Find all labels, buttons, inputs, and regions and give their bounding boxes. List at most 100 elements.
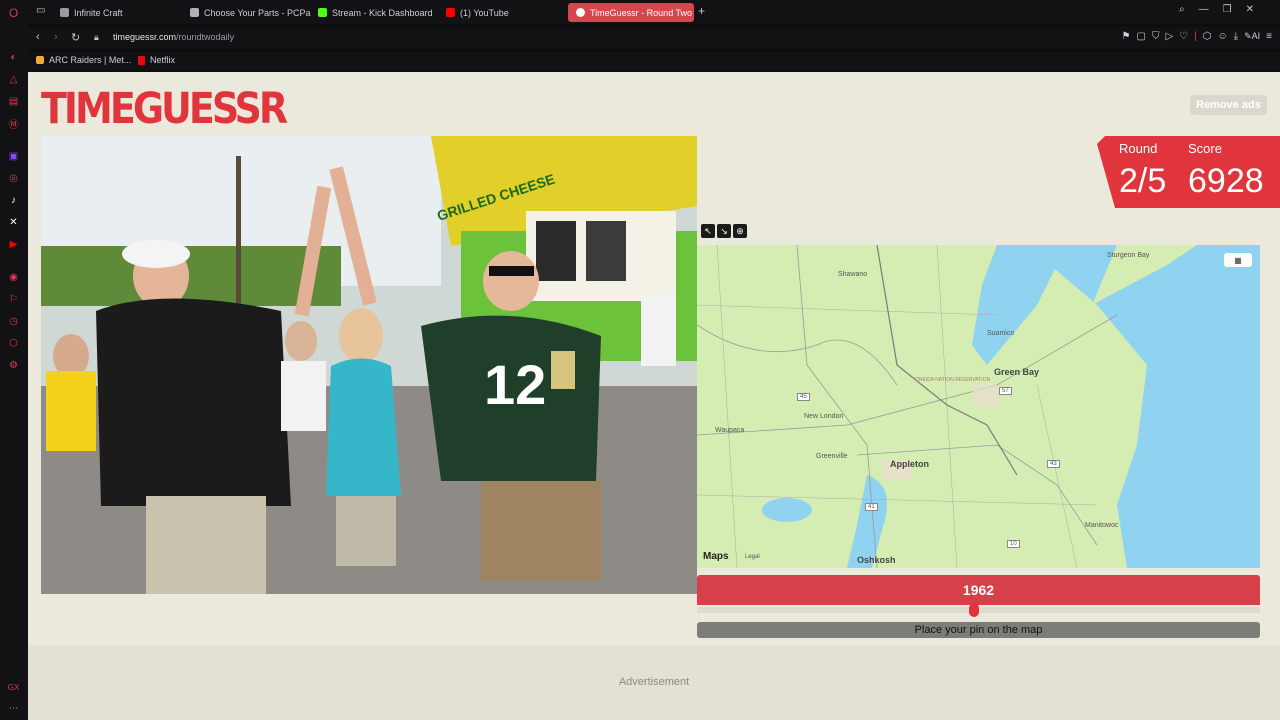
- map-label-manitowoc: Manitowoc: [1085, 522, 1119, 529]
- tab-kick-dashboard[interactable]: Stream - Kick Dashboard: [310, 3, 441, 22]
- score-card: Round 2/5 Score 6928: [1097, 136, 1280, 208]
- kick-favicon-icon: [318, 8, 327, 17]
- extensions-toolbar-icon[interactable]: ⬡: [1203, 31, 1212, 42]
- bookmark-icon[interactable]: ⚑: [1122, 31, 1131, 42]
- pcpartpicker-favicon-icon: [190, 8, 199, 17]
- place-pin-button[interactable]: Place your pin on the map: [697, 622, 1260, 638]
- twitch-icon[interactable]: ▣: [7, 150, 20, 163]
- jersey-number: 12: [484, 353, 546, 416]
- map-type-icon: ▦: [1234, 255, 1242, 265]
- map-expand-icon[interactable]: ↘: [717, 224, 731, 238]
- aria-icon[interactable]: ◐: [7, 51, 20, 64]
- gx-icon[interactable]: GX: [7, 681, 20, 694]
- tab-infinite-craft[interactable]: Infinite Craft: [52, 3, 131, 22]
- tab-label: Choose Your Parts - PCPa: [204, 7, 311, 18]
- close-window-icon[interactable]: ✕: [1246, 4, 1254, 15]
- map-label-suamico: Suamico: [987, 330, 1015, 337]
- map-label-new-london: New London: [804, 413, 844, 420]
- download-icon[interactable]: ⤓: [1234, 31, 1238, 42]
- pinboard-icon[interactable]: ⚐: [7, 293, 20, 306]
- year-slider-thumb[interactable]: [968, 603, 979, 617]
- route-10-shield: 10: [1007, 540, 1020, 548]
- search-tabs-icon[interactable]: ⌕: [1179, 4, 1185, 15]
- legal-link[interactable]: Legal: [745, 554, 760, 560]
- map-type-button[interactable]: ▦: [1224, 253, 1252, 267]
- bookmarks-bar: ARC Raiders | Met... Netflix: [28, 52, 1280, 70]
- bookmark-arc-raiders[interactable]: ARC Raiders | Met...: [36, 55, 131, 65]
- tab-label: TimeGuessr - Round Two: [590, 7, 693, 18]
- timeguessr-favicon-icon: [576, 8, 585, 17]
- advertisement-label: Advertisement: [618, 676, 690, 688]
- apple-maps-attribution: Maps: [703, 551, 729, 562]
- menu-icon[interactable]: ≡: [1266, 31, 1272, 42]
- timeguessr-page: TIMEGUESSR Remove ads GRILLED CHEESE 12 …: [28, 72, 1280, 720]
- url-field[interactable]: timeguessr.com/roundtwodaily: [113, 32, 234, 42]
- tab-label: Stream - Kick Dashboard: [332, 7, 433, 18]
- bookmark-netflix[interactable]: Netflix: [138, 55, 175, 65]
- infinite-craft-favicon-icon: [60, 8, 69, 17]
- minimize-icon[interactable]: —: [1199, 4, 1209, 15]
- snapshot-icon[interactable]: ▢: [1136, 31, 1145, 42]
- guess-map[interactable]: Shawano Sturgeon Bay Suamico Green Bay O…: [697, 245, 1260, 568]
- url-host: timeguessr.com: [113, 32, 177, 42]
- messenger-icon[interactable]: Ⓜ: [7, 117, 20, 131]
- x-icon[interactable]: ✕: [7, 216, 20, 229]
- settings-icon[interactable]: ⚙: [7, 359, 20, 372]
- forward-icon[interactable]: ›: [54, 31, 58, 43]
- tab-pcpartpicker[interactable]: Choose Your Parts - PCPa: [182, 3, 319, 22]
- back-icon[interactable]: ‹: [36, 31, 40, 43]
- map-pin-toggle-icon[interactable]: ⊕: [733, 224, 747, 238]
- route-57-shield: 57: [999, 387, 1012, 395]
- map-label-waupaca: Waupaca: [715, 427, 745, 434]
- arc-raiders-favicon-icon: [36, 56, 44, 64]
- ai-icon: ✎: [1244, 31, 1252, 41]
- play-icon[interactable]: ▷: [1165, 31, 1173, 42]
- new-tab-icon[interactable]: +: [698, 4, 705, 18]
- youtube-icon[interactable]: ▶: [7, 238, 20, 251]
- tab-label: Infinite Craft: [74, 7, 123, 18]
- tiktok-icon[interactable]: ♪: [7, 194, 20, 207]
- map-label-greenville: Greenville: [816, 453, 848, 460]
- reload-icon[interactable]: ↻: [71, 31, 80, 44]
- instagram-icon[interactable]: ◎: [7, 172, 20, 185]
- map-label-shawano: Shawano: [838, 271, 868, 278]
- map-resize-controls: ↖ ↘ ⊕: [701, 224, 747, 238]
- fair-crowd-photo: GRILLED CHEESE 12: [41, 136, 697, 594]
- shield-icon[interactable]: ⛉: [1152, 31, 1160, 42]
- year-display: 1962: [697, 575, 1260, 605]
- history-icon[interactable]: ◷: [7, 315, 20, 328]
- tab-label: (1) YouTube: [460, 7, 509, 18]
- bookmark-label: Netflix: [150, 55, 176, 65]
- route-43-shield: 43: [1047, 460, 1060, 468]
- toolbar-icons: ⚑ ▢ ⛉ ▷ ♡ | ⬡ ☺ ⤓ ✎AI ≡: [1122, 31, 1272, 42]
- timeguessr-logo[interactable]: TIMEGUESSR: [41, 84, 288, 133]
- remove-ads-button[interactable]: Remove ads: [1190, 95, 1267, 115]
- tab-youtube[interactable]: (1) YouTube: [438, 3, 517, 22]
- score-label: Score: [1188, 141, 1222, 156]
- netflix-favicon-icon: [138, 55, 145, 65]
- restore-icon[interactable]: ❐: [1223, 4, 1232, 15]
- score-value: 6928: [1188, 162, 1264, 200]
- url-path: /roundtwodaily: [176, 32, 235, 42]
- heart-icon[interactable]: ♡: [1179, 31, 1188, 42]
- map-shrink-icon[interactable]: ↖: [701, 224, 715, 238]
- address-bar: ‹ › ↻ 🔒︎ timeguessr.com/roundtwodaily ⚑ …: [28, 27, 1280, 49]
- workspace-icon[interactable]: △: [7, 73, 20, 86]
- tab-timeguessr[interactable]: TimeGuessr - Round Two: [568, 3, 694, 22]
- extensions-icon[interactable]: ⬡: [7, 337, 20, 350]
- more-icon[interactable]: ⋯: [7, 702, 20, 715]
- ai-button[interactable]: ✎AI: [1244, 31, 1260, 42]
- round-photo: GRILLED CHEESE 12: [41, 136, 697, 594]
- opera-logo-icon[interactable]: O: [7, 6, 20, 20]
- map-label-oshkosh: Oshkosh: [857, 555, 896, 565]
- bookmark-label: ARC Raiders | Met...: [49, 55, 132, 65]
- divider: |: [1194, 31, 1197, 42]
- maps-attribution-label: Maps: [703, 551, 729, 562]
- player-icon[interactable]: ◉: [7, 271, 20, 284]
- route-41-shield: 41: [865, 503, 878, 511]
- news-icon[interactable]: ▤: [7, 95, 20, 108]
- tab-list-icon[interactable]: ▭: [36, 5, 45, 16]
- round-value: 2/5: [1119, 162, 1167, 200]
- map-label-oneida: ONEIDA NATION RESERVATION: [915, 377, 991, 383]
- profile-icon[interactable]: ☺: [1217, 31, 1227, 42]
